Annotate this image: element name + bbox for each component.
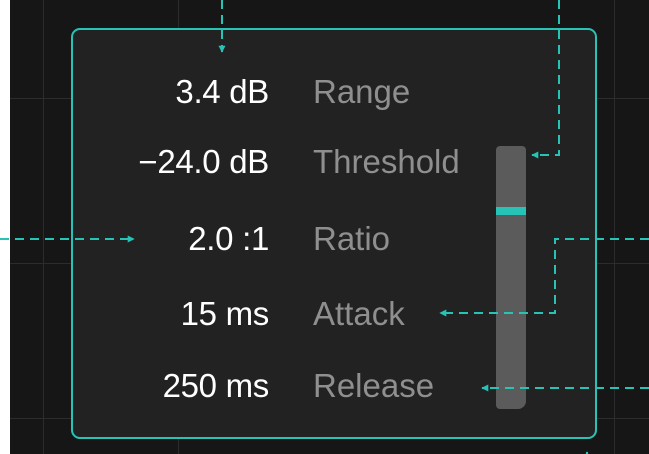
callout-arrows <box>0 0 649 454</box>
canvas: 3.4 dB Range −24.0 dB Threshold 2.0 :1 R… <box>0 0 649 454</box>
callout-arrow-threshold <box>531 0 560 159</box>
callout-arrow-attack <box>439 238 649 317</box>
